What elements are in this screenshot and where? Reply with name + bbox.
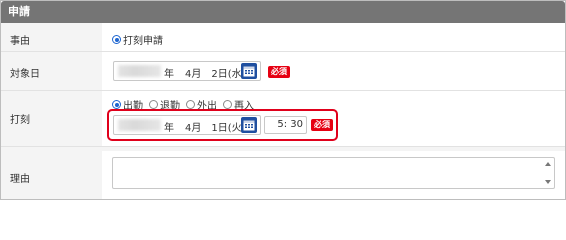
stamp-label: 打刻 [10,115,30,126]
radio-return[interactable] [223,100,232,109]
row-stamp: 打刻 出勤 退勤 外出 再入 年 4月 1日(火) 5: 30 必須 [1,91,565,146]
target-date-field[interactable]: 年 4月 2日(水) [113,61,261,81]
required-badge: 必須 [268,66,290,78]
reason-type-option[interactable]: 打刻申請 [112,32,169,47]
reason-textarea[interactable] [112,157,555,189]
scroll-down-icon[interactable] [545,180,551,184]
time-input[interactable]: 5: 30 [264,116,307,134]
target-date-year-suffix: 年 [164,69,174,80]
redacted-year [118,65,161,77]
application-panel: 申請 事由 打刻申請 対象日 年 4月 2日(水) 必須 打刻 出勤 退勤 外出… [0,0,566,200]
row-reason-type: 事由 打刻申請 [1,23,565,51]
stamp-date-field[interactable]: 年 4月 1日(火) [113,115,261,135]
row-reason: 理由 [1,151,565,199]
reason-label: 理由 [10,174,30,185]
row-target-date: 対象日 年 4月 2日(水) 必須 [1,52,565,90]
reason-type-label: 事由 [10,36,30,47]
stamp-date-year-suffix: 年 [164,123,174,134]
scroll-up-icon[interactable] [545,162,551,166]
target-date-month-day: 4月 2日(水) [185,69,246,80]
target-date-label: 対象日 [10,69,40,80]
panel-title: 申請 [8,5,30,18]
stamp-date-month-day: 4月 1日(火) [185,123,246,134]
panel-header: 申請 [1,1,565,23]
radio-clock-out[interactable] [149,100,158,109]
redacted-year [118,119,161,131]
calendar-icon[interactable] [241,117,257,133]
required-badge: 必須 [311,119,333,131]
radio-clock-in[interactable] [112,100,121,109]
radio-go-out[interactable] [186,100,195,109]
radio-stamp-request[interactable] [112,35,121,44]
calendar-icon[interactable] [241,63,257,79]
